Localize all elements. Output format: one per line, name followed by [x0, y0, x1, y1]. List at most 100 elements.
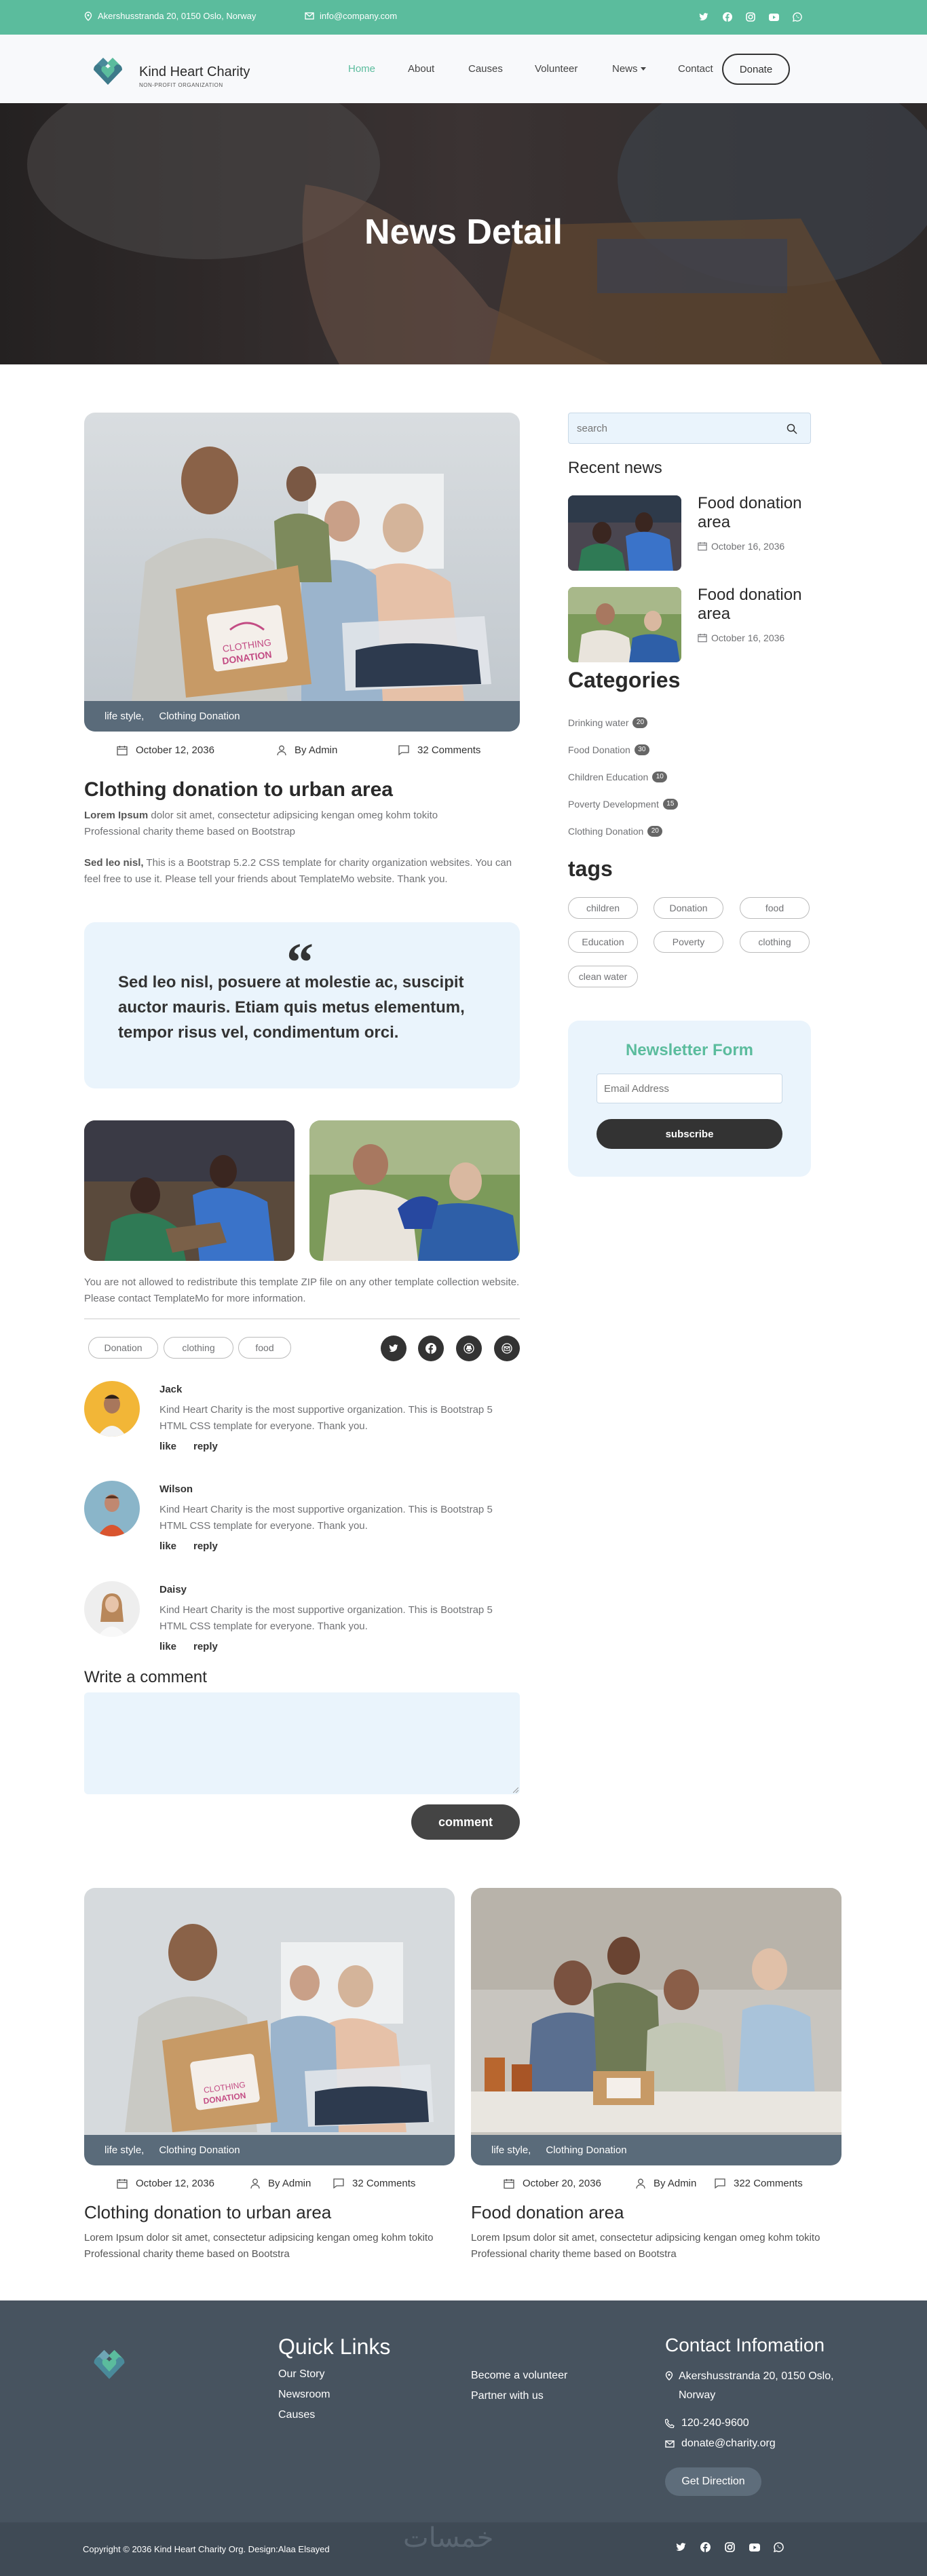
share-facebook-icon[interactable]: [418, 1336, 444, 1361]
quote-text: Sed leo nisl, posuere at molestie ac, su…: [118, 973, 465, 1042]
charity-logo-icon[interactable]: [88, 50, 128, 89]
share-email-icon[interactable]: [494, 1336, 520, 1361]
nav-causes[interactable]: Causes: [468, 63, 503, 75]
tag-clothing-donation[interactable]: Clothing Donation: [159, 711, 240, 722]
comment-like-link[interactable]: like: [159, 1441, 176, 1452]
related-news-image[interactable]: CLOTHING DONATION: [84, 1888, 455, 2163]
category-item-clothing-donation[interactable]: Clothing Donation 20: [568, 826, 663, 837]
nav-news-label: News: [612, 63, 638, 75]
article-date: October 12, 2036: [117, 744, 214, 756]
donate-button[interactable]: Donate: [722, 54, 790, 85]
comment-text: Kind Heart Charity is the most supportiv…: [159, 1404, 493, 1432]
footer-phone[interactable]: 120-240-9600: [665, 2417, 749, 2429]
category-count-badge: 20: [647, 826, 663, 837]
recent-news-image[interactable]: [568, 495, 681, 571]
copyright-text: Copyright © 2036 Kind Heart Charity Org.…: [83, 2544, 330, 2554]
related-news-title[interactable]: Food donation area: [471, 2202, 624, 2223]
comment-reply-link[interactable]: reply: [193, 1641, 218, 1652]
footer-link-our-story[interactable]: Our Story: [278, 2368, 324, 2381]
article-comments-text: 32 Comments: [417, 744, 481, 756]
category-item-drinking-water[interactable]: Drinking water 20: [568, 717, 648, 728]
category-item-children-education[interactable]: Children Education 10: [568, 772, 668, 782]
sidebar-tag-food[interactable]: food: [740, 897, 810, 919]
chat-icon: [715, 2178, 725, 2189]
recent-news-title-link[interactable]: Food donation area: [698, 586, 813, 624]
footer-instagram-icon[interactable]: [725, 2542, 735, 2552]
get-direction-button[interactable]: Get Direction: [665, 2467, 761, 2496]
tag-lifestyle[interactable]: life style,: [491, 2144, 531, 2156]
article-tag-donation[interactable]: Donation: [88, 1337, 158, 1359]
comment-submit-button[interactable]: comment: [411, 1804, 520, 1840]
category-item-food-donation[interactable]: Food Donation 30: [568, 744, 649, 755]
subscribe-button[interactable]: subscribe: [597, 1119, 782, 1149]
sidebar-tag-education[interactable]: Education: [568, 931, 638, 953]
article-tag-clothing[interactable]: clothing: [164, 1337, 233, 1359]
footer-contact-title: Contact Infomation: [665, 2334, 825, 2355]
recent-news-image[interactable]: [568, 587, 681, 662]
sidebar-tag-children[interactable]: children: [568, 897, 638, 919]
article-gallery-image-2: [309, 1120, 520, 1261]
search-icon[interactable]: [787, 423, 797, 434]
footer-link-partner[interactable]: Partner with us: [471, 2390, 544, 2402]
footer-link-become-volunteer[interactable]: Become a volunteer: [471, 2370, 567, 2382]
tag-lifestyle[interactable]: life style,: [105, 711, 144, 722]
related-news-title[interactable]: Clothing donation to urban area: [84, 2202, 331, 2223]
footer-logo-icon[interactable]: [88, 2341, 130, 2383]
newsletter-email-input[interactable]: [597, 1074, 782, 1103]
related-news-image[interactable]: [471, 1888, 841, 2163]
share-twitter-icon[interactable]: [381, 1336, 406, 1361]
resize-handle-icon[interactable]: [513, 1787, 518, 1793]
top-info-bar: Akershusstranda 20, 0150 Oslo, Norway in…: [0, 0, 927, 35]
instagram-icon[interactable]: [743, 10, 758, 24]
nav-home[interactable]: Home: [348, 63, 375, 75]
caret-down-icon: [640, 67, 646, 71]
related-news-comments[interactable]: 322 Comments: [715, 2178, 803, 2189]
tag-lifestyle[interactable]: life style,: [105, 2144, 144, 2156]
comment-like-link[interactable]: like: [159, 1641, 176, 1652]
related-news-comments[interactable]: 32 Comments: [333, 2178, 415, 2189]
nav-volunteer[interactable]: Volunteer: [535, 63, 578, 75]
category-count-badge: 30: [634, 744, 649, 755]
topbar-email[interactable]: info@company.com: [320, 11, 397, 21]
tag-clothing-donation[interactable]: Clothing Donation: [546, 2144, 626, 2156]
comment-textarea[interactable]: [84, 1692, 520, 1794]
phone-icon: [665, 2419, 675, 2428]
article-tag-food[interactable]: food: [238, 1337, 291, 1359]
footer-email[interactable]: donate@charity.org: [665, 2438, 776, 2450]
category-item-poverty-development[interactable]: Poverty Development 15: [568, 799, 678, 810]
nav-news-dropdown[interactable]: News: [612, 63, 646, 75]
comment-reply-link[interactable]: reply: [193, 1441, 218, 1452]
footer-link-causes[interactable]: Causes: [278, 2409, 315, 2421]
article-author: By Admin: [277, 744, 337, 756]
article-comments-count[interactable]: 32 Comments: [398, 744, 480, 756]
footer-whatsapp-icon[interactable]: [774, 2542, 784, 2552]
recent-news-title-link[interactable]: Food donation area: [698, 494, 813, 532]
nav-contact[interactable]: Contact: [678, 63, 713, 75]
footer-youtube-icon[interactable]: [749, 2543, 760, 2552]
article-blockquote: “ Sed leo nisl, posuere at molestie ac, …: [84, 922, 520, 1088]
user-icon: [636, 2178, 645, 2189]
comment-reply-link[interactable]: reply: [193, 1540, 218, 1552]
comment-form-title: Write a comment: [84, 1668, 207, 1686]
related-tag-bar: life style, Clothing Donation: [471, 2135, 841, 2165]
article-lead-bold: Lorem Ipsum: [84, 810, 149, 821]
twitter-icon[interactable]: [696, 10, 711, 24]
sidebar-tag-donation[interactable]: Donation: [654, 897, 723, 919]
footer-twitter-icon[interactable]: [676, 2543, 686, 2552]
whatsapp-icon[interactable]: [790, 10, 805, 24]
category-count-badge: 20: [632, 717, 648, 728]
sidebar-tag-poverty[interactable]: Poverty: [654, 931, 723, 953]
sidebar-tag-clothing[interactable]: clothing: [740, 931, 810, 953]
search-input[interactable]: [569, 413, 772, 443]
youtube-icon[interactable]: [766, 10, 781, 24]
comment-like-link[interactable]: like: [159, 1540, 176, 1552]
footer-facebook-icon[interactable]: [700, 2542, 711, 2552]
brand-name[interactable]: Kind Heart Charity: [139, 64, 250, 80]
tag-clothing-donation[interactable]: Clothing Donation: [159, 2144, 240, 2156]
facebook-icon[interactable]: [720, 10, 735, 24]
article-title: Clothing donation to urban area: [84, 778, 393, 801]
footer-link-newsroom[interactable]: Newsroom: [278, 2389, 330, 2401]
nav-about[interactable]: About: [408, 63, 434, 75]
share-print-icon[interactable]: [456, 1336, 482, 1361]
sidebar-tag-clean-water[interactable]: clean water: [568, 966, 638, 987]
